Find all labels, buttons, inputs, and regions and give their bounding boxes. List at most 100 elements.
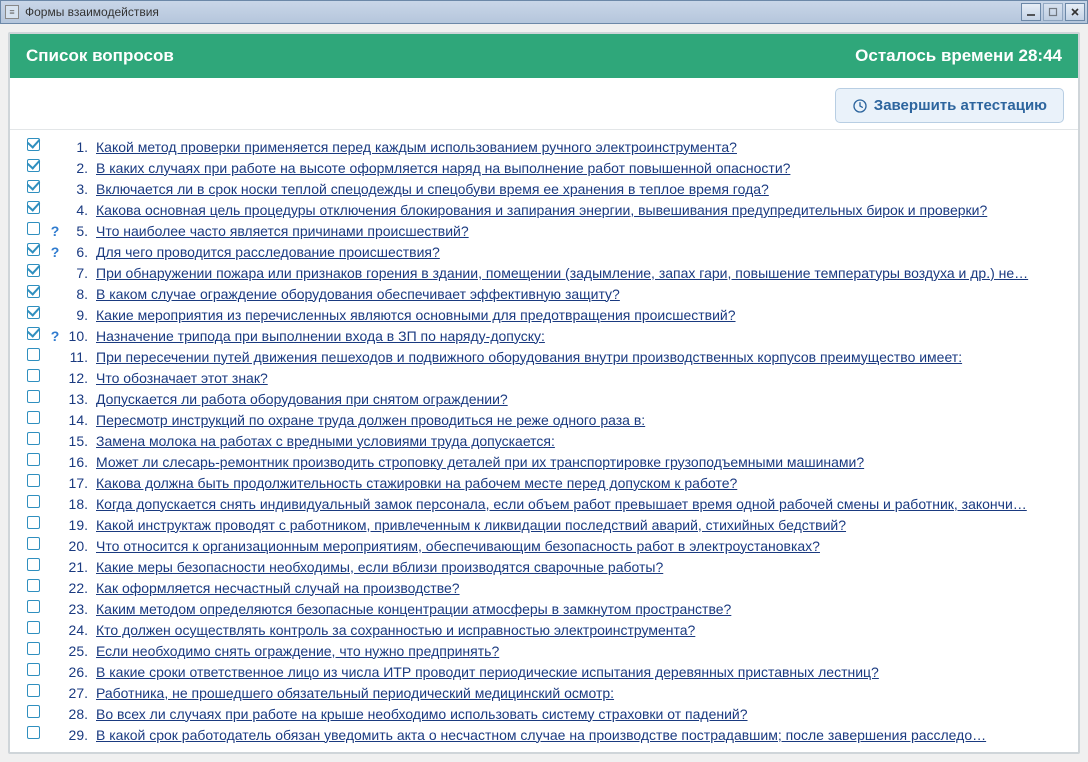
- question-status-checkbox[interactable]: [27, 390, 40, 403]
- clock-icon: [852, 98, 868, 114]
- question-number: 5.: [68, 222, 90, 240]
- question-row: 12.Что обозначает этот знак?: [24, 367, 1072, 388]
- question-row: 28.Во всех ли случаях при работе на крыш…: [24, 703, 1072, 724]
- question-status-checkbox[interactable]: [27, 327, 40, 340]
- question-status-checkbox[interactable]: [27, 264, 40, 277]
- question-link[interactable]: Что наиболее часто является причинами пр…: [96, 223, 469, 239]
- question-row: 16. Может ли слесарь-ремонтник производит…: [24, 451, 1072, 472]
- question-number: 6.: [68, 243, 90, 261]
- question-link[interactable]: Когда допускается снять индивидуальный з…: [96, 496, 1027, 512]
- question-status-checkbox[interactable]: [27, 180, 40, 193]
- question-row: 24.Кто должен осуществлять контроль за с…: [24, 619, 1072, 640]
- question-link[interactable]: Допускается ли работа оборудования при с…: [96, 391, 508, 407]
- question-status-checkbox[interactable]: [27, 222, 40, 235]
- question-row: 29.В какой срок работодатель обязан увед…: [24, 724, 1072, 745]
- question-number: 7.: [68, 264, 90, 282]
- maximize-button[interactable]: [1043, 3, 1063, 21]
- question-number: 17.: [68, 474, 90, 492]
- question-link[interactable]: Назначение трипода при выполнении входа …: [96, 328, 545, 344]
- question-row: 25. Если необходимо снять ограждение, что…: [24, 640, 1072, 661]
- header-bar: Список вопросов Осталось времени 28:44: [10, 34, 1078, 78]
- question-status-checkbox[interactable]: [27, 600, 40, 613]
- question-status-checkbox[interactable]: [27, 348, 40, 361]
- question-link[interactable]: В каком случае ограждение оборудования о…: [96, 286, 620, 302]
- question-status-checkbox[interactable]: [27, 726, 40, 739]
- question-status-checkbox[interactable]: [27, 705, 40, 718]
- question-link[interactable]: Какие мероприятия из перечисленных являю…: [96, 307, 736, 323]
- question-row: 26.В какие сроки ответственное лицо из ч…: [24, 661, 1072, 682]
- question-number: 13.: [68, 390, 90, 408]
- question-status-checkbox[interactable]: [27, 579, 40, 592]
- question-status-checkbox[interactable]: [27, 138, 40, 151]
- page-title: Список вопросов: [26, 46, 174, 66]
- question-row: ? 6. Для чего проводится расследование про…: [24, 241, 1072, 262]
- close-button[interactable]: [1065, 3, 1085, 21]
- question-link[interactable]: В какой срок работодатель обязан уведоми…: [96, 727, 986, 743]
- question-link[interactable]: Для чего проводится расследование происш…: [96, 244, 440, 260]
- question-status-checkbox[interactable]: [27, 285, 40, 298]
- question-row: 7. При обнаружении пожара или признаков г…: [24, 262, 1072, 283]
- question-row: ? 5. Что наиболее часто является причинами…: [24, 220, 1072, 241]
- question-link[interactable]: Может ли слесарь-ремонтник производить с…: [96, 454, 864, 470]
- question-number: 27.: [68, 684, 90, 702]
- question-status-checkbox[interactable]: [27, 411, 40, 424]
- window-title: Формы взаимодействия: [25, 5, 159, 19]
- question-link[interactable]: Что обозначает этот знак?: [96, 370, 268, 386]
- question-status-checkbox[interactable]: [27, 201, 40, 214]
- question-number: 9.: [68, 306, 90, 324]
- question-row: 23. Каким методом определяются безопасные…: [24, 598, 1072, 619]
- question-link[interactable]: Кто должен осуществлять контроль за сохр…: [96, 622, 695, 638]
- question-status-checkbox[interactable]: [27, 369, 40, 382]
- question-number: 15.: [68, 432, 90, 450]
- minimize-button[interactable]: [1021, 3, 1041, 21]
- question-link[interactable]: Какова основная цель процедуры отключени…: [96, 202, 987, 218]
- question-status-checkbox[interactable]: [27, 516, 40, 529]
- question-link[interactable]: Какой инструктаж проводят с работником, …: [96, 517, 846, 533]
- question-link[interactable]: Что относится к организационным мероприя…: [96, 538, 820, 554]
- question-number: 25.: [68, 642, 90, 660]
- question-status-checkbox[interactable]: [27, 537, 40, 550]
- question-row: 27. Работника, не прошедшего обязательный…: [24, 682, 1072, 703]
- question-status-checkbox[interactable]: [27, 642, 40, 655]
- question-status-checkbox[interactable]: [27, 306, 40, 319]
- question-number: 16.: [68, 453, 90, 471]
- question-status-checkbox[interactable]: [27, 453, 40, 466]
- question-link[interactable]: В каких случаях при работе на высоте офо…: [96, 160, 790, 176]
- question-row: 19.Какой инструктаж проводят с работнико…: [24, 514, 1072, 535]
- question-status-checkbox[interactable]: [27, 558, 40, 571]
- question-status-checkbox[interactable]: [27, 474, 40, 487]
- question-row: 4.Какова основная цель процедуры отключе…: [24, 199, 1072, 220]
- question-status-checkbox[interactable]: [27, 663, 40, 676]
- question-link[interactable]: При пересечении путей движения пешеходов…: [96, 349, 962, 365]
- hint-icon[interactable]: ?: [51, 222, 60, 240]
- question-status-checkbox[interactable]: [27, 243, 40, 256]
- question-number: 8.: [68, 285, 90, 303]
- question-status-checkbox[interactable]: [27, 159, 40, 172]
- question-link[interactable]: Какие меры безопасности необходимы, если…: [96, 559, 663, 575]
- question-link[interactable]: Пересмотр инструкций по охране труда дол…: [96, 412, 645, 428]
- questions-list[interactable]: 1.Какой метод проверки применяется перед…: [10, 130, 1078, 752]
- question-link[interactable]: Во всех ли случаях при работе на крыше н…: [96, 706, 748, 722]
- question-number: 11.: [68, 348, 90, 366]
- question-link[interactable]: Если необходимо снять ограждение, что ну…: [96, 643, 499, 659]
- question-link[interactable]: Включается ли в срок носки теплой спецод…: [96, 181, 769, 197]
- question-link[interactable]: Как оформляется несчастный случай на про…: [96, 580, 460, 596]
- question-row: 8. В каком случае ограждение оборудования…: [24, 283, 1072, 304]
- question-link[interactable]: В какие сроки ответственное лицо из числ…: [96, 664, 879, 680]
- question-number: 23.: [68, 600, 90, 618]
- hint-icon[interactable]: ?: [51, 243, 60, 261]
- question-status-checkbox[interactable]: [27, 621, 40, 634]
- question-status-checkbox[interactable]: [27, 495, 40, 508]
- finish-attestation-button[interactable]: Завершить аттестацию: [835, 88, 1064, 123]
- question-row: ?10.Назначение трипода при выполнении вх…: [24, 325, 1072, 346]
- question-link[interactable]: При обнаружении пожара или признаков гор…: [96, 265, 1028, 281]
- question-link[interactable]: Какова должна быть продолжительность ста…: [96, 475, 737, 491]
- question-status-checkbox[interactable]: [27, 684, 40, 697]
- question-link[interactable]: Замена молока на работах с вредными усло…: [96, 433, 555, 449]
- question-link[interactable]: Какой метод проверки применяется перед к…: [96, 139, 737, 155]
- question-row: 3.Включается ли в срок носки теплой спец…: [24, 178, 1072, 199]
- question-status-checkbox[interactable]: [27, 432, 40, 445]
- question-link[interactable]: Каким методом определяются безопасные ко…: [96, 601, 731, 617]
- question-link[interactable]: Работника, не прошедшего обязательный пе…: [96, 685, 614, 701]
- hint-icon[interactable]: ?: [51, 327, 60, 345]
